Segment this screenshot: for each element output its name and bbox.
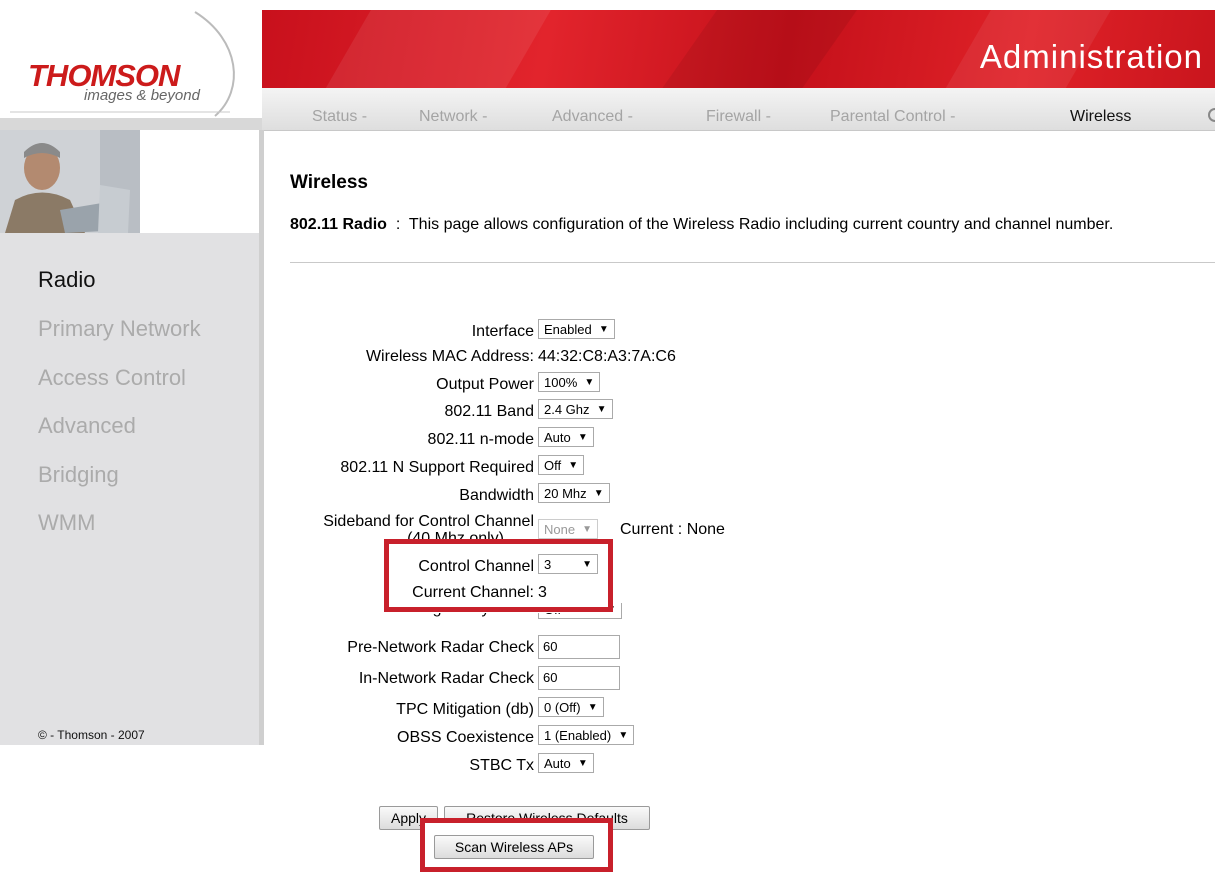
- section-heading: Wireless: [290, 172, 368, 193]
- nsupport-label: 802.11 N Support Required: [340, 459, 534, 476]
- row-in-radar: In-Network Radar Check 60: [0, 666, 1215, 692]
- output-power-label: Output Power: [436, 376, 534, 393]
- dropdown-arrow-icon: ▼: [584, 377, 595, 388]
- sidebar-photo: [0, 130, 259, 233]
- person-photo-icon: [0, 130, 259, 233]
- in-radar-input[interactable]: 60: [538, 666, 620, 690]
- mac-value: 44:32:C8:A3:7A:C6: [538, 348, 676, 365]
- top-nav: Status - Network - Advanced - Firewall -…: [262, 88, 1215, 131]
- nav-status[interactable]: Status -: [312, 108, 367, 126]
- dropdown-arrow-icon: ▼: [596, 404, 607, 415]
- loading-icon: [1208, 108, 1215, 122]
- tpc-label: TPC Mitigation (db): [396, 701, 534, 718]
- nmode-select[interactable]: Auto ▼: [538, 427, 594, 447]
- page-title: Administration: [979, 38, 1203, 75]
- description-separator: :: [395, 216, 401, 233]
- header: THOMSON images & beyond Administration S…: [0, 0, 1215, 131]
- dropdown-arrow-icon: ▼: [577, 432, 588, 443]
- tpc-select[interactable]: 0 (Off) ▼: [538, 697, 604, 717]
- interface-label: Interface: [471, 323, 534, 340]
- nav-network[interactable]: Network -: [419, 108, 487, 126]
- output-power-select[interactable]: 100% ▼: [538, 372, 601, 392]
- row-nsupport: 802.11 N Support Required Off ▼: [0, 455, 1215, 481]
- band-select[interactable]: 2.4 Ghz ▼: [538, 399, 613, 419]
- dropdown-arrow-icon: ▼: [598, 324, 609, 335]
- interface-select[interactable]: Enabled ▼: [538, 319, 615, 339]
- logo: THOMSON images & beyond: [0, 0, 262, 130]
- row-mac: Wireless MAC Address: 44:32:C8:A3:7A:C6: [0, 344, 1215, 370]
- nsupport-select[interactable]: Off ▼: [538, 455, 585, 475]
- title-banner: Administration: [262, 10, 1215, 88]
- row-nmode: 802.11 n-mode Auto ▼: [0, 427, 1215, 453]
- nav-firewall[interactable]: Firewall -: [706, 108, 771, 126]
- in-radar-label: In-Network Radar Check: [358, 670, 534, 687]
- description-title: 802.11 Radio: [290, 216, 387, 233]
- dropdown-arrow-icon: ▼: [587, 702, 598, 713]
- row-stbc: STBC Tx Auto ▼: [0, 753, 1215, 779]
- obss-select[interactable]: 1 (Enabled) ▼: [538, 725, 635, 745]
- row-band: 802.11 Band 2.4 Ghz ▼: [0, 399, 1215, 425]
- stbc-select[interactable]: Auto ▼: [538, 753, 594, 773]
- obss-label: OBSS Coexistence: [397, 729, 534, 746]
- nav-wireless[interactable]: Wireless: [1070, 108, 1131, 126]
- pre-radar-label: Pre-Network Radar Check: [347, 639, 534, 656]
- sideband-current: Current : None: [620, 521, 725, 538]
- sideband-select[interactable]: None ▼: [538, 519, 599, 539]
- row-bandwidth: Bandwidth 20 Mhz ▼: [0, 483, 1215, 509]
- description-text: This page allows configuration of the Wi…: [408, 216, 1114, 233]
- row-pre-radar: Pre-Network Radar Check 60: [0, 635, 1215, 661]
- page-description: 802.11 Radio : This page allows configur…: [290, 216, 1113, 234]
- band-label: 802.11 Band: [444, 403, 534, 420]
- stbc-label: STBC Tx: [469, 757, 534, 774]
- dropdown-arrow-icon: ▼: [582, 524, 593, 535]
- dropdown-arrow-icon: ▼: [618, 730, 629, 741]
- nav-parental-control[interactable]: Parental Control -: [830, 108, 955, 126]
- row-output-power: Output Power 100% ▼: [0, 372, 1215, 398]
- highlight-box-channel: [384, 539, 613, 612]
- bandwidth-select[interactable]: 20 Mhz ▼: [538, 483, 610, 503]
- row-obss: OBSS Coexistence 1 (Enabled) ▼: [0, 725, 1215, 751]
- row-tpc: TPC Mitigation (db) 0 (Off) ▼: [0, 697, 1215, 723]
- bandwidth-label: Bandwidth: [459, 487, 534, 504]
- nmode-label: 802.11 n-mode: [427, 431, 534, 448]
- brand-tagline: images & beyond: [84, 87, 200, 104]
- row-interface: Interface Enabled ▼: [0, 319, 1215, 345]
- sidebar-item-radio[interactable]: Radio: [38, 267, 95, 293]
- pre-radar-input[interactable]: 60: [538, 635, 620, 659]
- highlight-box-scan: [420, 818, 613, 872]
- dropdown-arrow-icon: ▼: [568, 460, 579, 471]
- mac-label: Wireless MAC Address:: [365, 348, 534, 365]
- nav-advanced[interactable]: Advanced -: [552, 108, 633, 126]
- divider: [290, 262, 1215, 263]
- dropdown-arrow-icon: ▼: [593, 488, 604, 499]
- dropdown-arrow-icon: ▼: [577, 758, 588, 769]
